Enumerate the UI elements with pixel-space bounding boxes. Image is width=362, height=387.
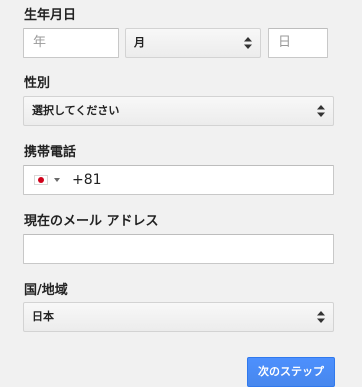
birth-month-select[interactable]: 月 [125, 28, 261, 58]
gender-selected-value: 選択してください [32, 104, 120, 117]
updown-caret-icon [244, 37, 252, 49]
updown-caret-icon [317, 105, 325, 117]
country-select[interactable]: 日本 [23, 302, 334, 332]
next-step-button[interactable]: 次のステップ [247, 357, 335, 387]
updown-caret-icon [317, 311, 325, 323]
phone-country-code: +81 [72, 172, 102, 188]
signup-form: 生年月日 年 月 日 性別 選択してください 携帯電話 +81 現在のメール ア… [0, 0, 362, 387]
country-label: 国/地域 [24, 283, 68, 298]
chevron-down-icon[interactable] [54, 178, 60, 182]
birth-day-placeholder: 日 [278, 35, 292, 50]
phone-field[interactable]: +81 [23, 165, 334, 195]
birthday-label: 生年月日 [24, 8, 77, 23]
gender-select[interactable]: 選択してください [23, 96, 334, 126]
flag-japan-icon[interactable] [34, 175, 48, 185]
email-label: 現在のメール アドレス [24, 214, 159, 229]
phone-label: 携帯電話 [24, 145, 77, 160]
birth-year-placeholder: 年 [33, 35, 47, 50]
birth-year-field[interactable]: 年 [23, 28, 119, 58]
gender-label: 性別 [24, 76, 51, 91]
birth-month-value: 月 [134, 36, 145, 49]
country-selected-value: 日本 [32, 310, 54, 323]
email-field[interactable] [23, 234, 334, 264]
birth-day-field[interactable]: 日 [268, 28, 328, 58]
